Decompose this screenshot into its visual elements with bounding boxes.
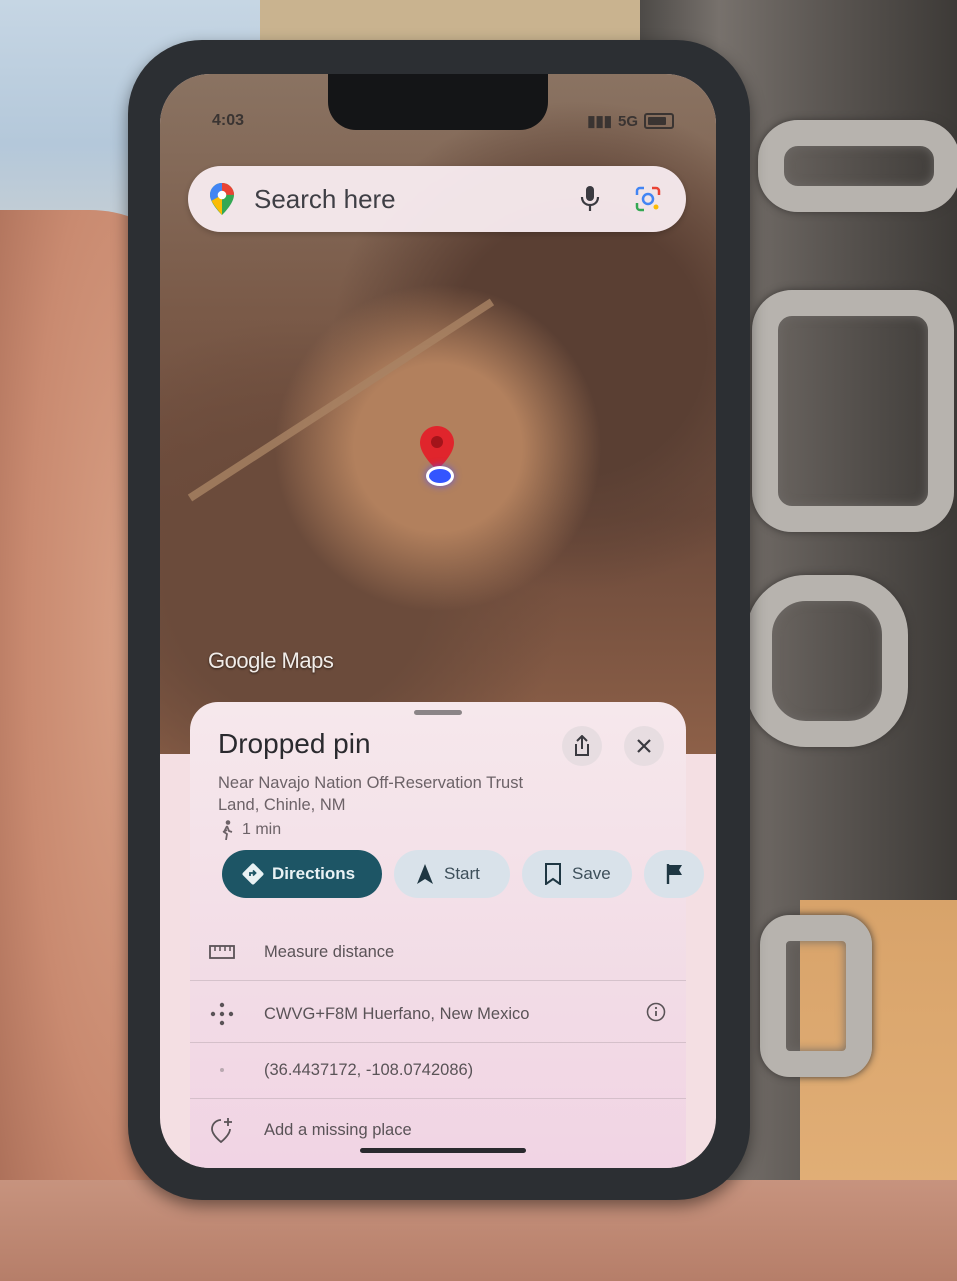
navigation-arrow-icon — [406, 863, 444, 885]
directions-icon — [234, 862, 272, 886]
label-button[interactable] — [644, 850, 704, 898]
search-bar[interactable]: Search here — [188, 166, 686, 232]
add-missing-place-label: Add a missing place — [264, 1120, 412, 1139]
signal-icon: ▮▮▮ — [587, 113, 612, 130]
network-label: 5G — [617, 112, 638, 130]
coordinates-row[interactable]: (36.4437172, -108.0742086) — [190, 1042, 686, 1099]
weld-bead — [746, 575, 908, 747]
action-chips: Directions Start Save — [222, 850, 716, 898]
home-indicator[interactable] — [360, 1148, 526, 1153]
search-input[interactable]: Search here — [254, 184, 570, 215]
save-label: Save — [572, 864, 611, 883]
directions-label: Directions — [272, 864, 356, 883]
directions-button[interactable]: Directions — [222, 850, 382, 898]
status-indicators: ▮▮▮ 5G — [587, 112, 674, 130]
google-maps-pin-icon — [210, 183, 234, 215]
weld-bead — [758, 120, 957, 212]
close-icon — [637, 739, 651, 753]
place-bottom-sheet: Dropped pin Near Navajo Nation Off-Reser… — [190, 702, 704, 1168]
info-icon[interactable] — [646, 1002, 666, 1027]
weld-bead — [760, 915, 872, 1077]
dropped-pin-marker[interactable] — [420, 426, 454, 470]
plus-code-icon — [190, 1001, 254, 1027]
google-maps-watermark: Google Maps — [208, 648, 334, 673]
battery-icon — [644, 113, 674, 129]
walking-icon — [222, 820, 233, 840]
plus-code-row[interactable]: CWVG+F8M Huerfano, New Mexico — [190, 986, 686, 1043]
measure-distance-label: Measure distance — [264, 942, 395, 961]
place-address: Near Navajo Nation Off-Reservation Trust… — [218, 774, 524, 814]
ruler-icon — [190, 945, 254, 959]
google-lens-icon[interactable] — [628, 179, 668, 219]
bookmark-icon — [534, 863, 572, 885]
save-button[interactable]: Save — [522, 850, 632, 898]
walking-time-label: 1 min — [242, 821, 282, 838]
sheet-drag-handle[interactable] — [414, 710, 462, 715]
status-time: 4:03 — [212, 112, 245, 129]
weld-bead — [752, 290, 954, 532]
walking-time: 1 min — [220, 820, 281, 840]
microphone-icon[interactable] — [570, 179, 610, 219]
coordinates-label: (36.4437172, -108.0742086) — [264, 1060, 474, 1079]
current-location-dot — [426, 466, 454, 486]
flag-icon — [656, 863, 694, 885]
measure-distance-row[interactable]: Measure distance — [190, 924, 686, 981]
coordinates-icon — [190, 1065, 254, 1075]
plus-code-label: CWVG+F8M Huerfano, New Mexico — [264, 1004, 530, 1023]
place-title: Dropped pin — [218, 728, 371, 759]
camera-notch — [328, 74, 548, 130]
start-button[interactable]: Start — [394, 850, 510, 898]
share-icon — [575, 735, 589, 756]
phone-screen: 4:03 ▮▮▮ 5G Search here Google Maps Drop… — [160, 74, 716, 1168]
close-button[interactable] — [624, 726, 664, 766]
start-label: Start — [444, 864, 480, 883]
add-place-icon — [190, 1117, 254, 1143]
share-button[interactable] — [562, 726, 602, 766]
